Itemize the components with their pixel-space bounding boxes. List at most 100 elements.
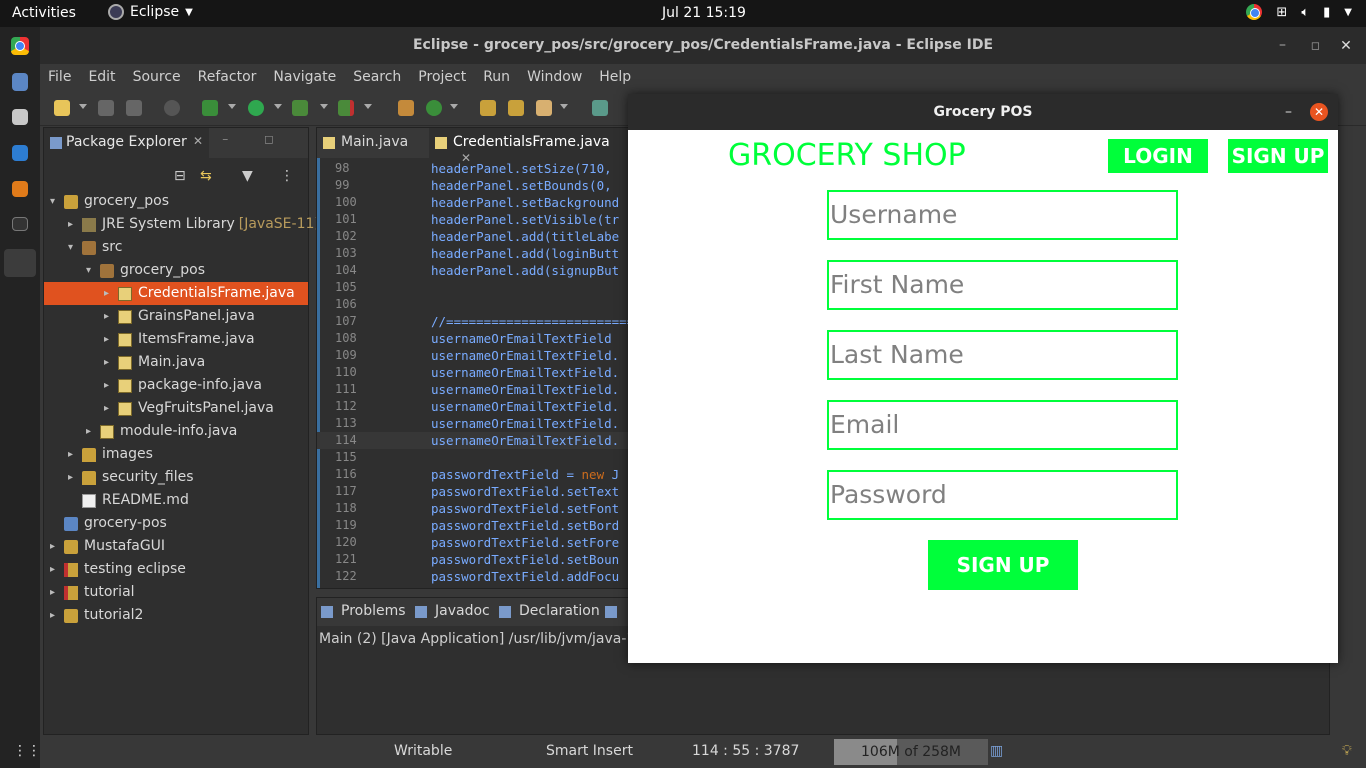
terminal-launcher-icon[interactable] [12, 217, 28, 231]
close-icon[interactable]: ✕ [193, 134, 203, 148]
collapsed-arrow-icon[interactable]: ▸ [104, 374, 109, 397]
new-package-icon[interactable] [398, 100, 414, 116]
debug-icon[interactable] [202, 100, 218, 116]
tree-item[interactable]: ▸ security_files [44, 466, 308, 489]
annotation-icon[interactable] [592, 100, 608, 116]
collapsed-arrow-icon[interactable]: ▸ [68, 443, 73, 466]
minimize-icon[interactable]: – [1279, 27, 1286, 64]
tree-item[interactable]: README.md [44, 489, 308, 512]
chevron-down-icon[interactable] [450, 104, 458, 109]
collapsed-arrow-icon[interactable]: ▸ [104, 305, 109, 328]
menu-help[interactable]: Help [599, 64, 640, 90]
vscode-launcher-icon[interactable] [12, 145, 28, 161]
search-icon[interactable] [536, 100, 552, 116]
menu-edit[interactable]: Edit [88, 64, 124, 90]
external-tools-icon[interactable] [338, 100, 354, 116]
collapsed-arrow-icon[interactable]: ▸ [104, 282, 109, 305]
chevron-down-icon[interactable]: ▼ [1344, 7, 1352, 18]
tab-javadoc[interactable]: Javadoc [413, 603, 490, 619]
menu-run[interactable]: Run [483, 64, 519, 90]
menu-file[interactable]: File [48, 64, 80, 90]
login-button[interactable]: LOGIN [1108, 139, 1208, 173]
menu-source[interactable]: Source [133, 64, 190, 90]
minimize-maximize-icons[interactable]: – ◻ [222, 132, 290, 146]
signup-submit-button[interactable]: SIGN UP [928, 540, 1078, 590]
tree-item[interactable]: ▸ ItemsFrame.java [44, 328, 308, 351]
tab-problems[interactable]: Problems [319, 603, 406, 619]
menu-navigate[interactable]: Navigate [273, 64, 345, 90]
collapse-all-icon[interactable]: ⊟ [174, 168, 186, 184]
tree-item[interactable]: ▸ MustafaGUI [44, 535, 308, 558]
tab-declaration[interactable]: Declaration [497, 603, 600, 619]
tree-item[interactable]: ▸ tutorial2 [44, 604, 308, 627]
minimize-icon[interactable]: – [1285, 94, 1292, 130]
close-icon[interactable]: ✕ [1310, 103, 1328, 121]
restore-icon[interactable]: ◻ [1311, 27, 1320, 64]
skip-breakpoints-icon[interactable] [164, 100, 180, 116]
tree-item[interactable]: ▸ CredentialsFrame.java [44, 282, 308, 305]
chevron-down-icon[interactable] [274, 104, 282, 109]
chrome-tray-icon[interactable] [1246, 4, 1263, 20]
menu-search[interactable]: Search [353, 64, 410, 90]
collapsed-arrow-icon[interactable]: ▸ [50, 535, 55, 558]
tab-package-explorer[interactable]: Package Explorer ✕ [44, 128, 209, 158]
code-area[interactable]: 98 headerPanel.setSize(710, 99 headerPanel.… [317, 158, 629, 588]
show-apps-icon[interactable]: ⋮⋮ [13, 743, 41, 759]
link-with-editor-icon[interactable]: ⇆ [200, 168, 212, 184]
tree-item[interactable]: ▸ testing eclipse [44, 558, 308, 581]
chevron-down-icon[interactable] [228, 104, 236, 109]
eclipse-launcher-icon[interactable] [4, 249, 36, 277]
text-editor-launcher-icon[interactable] [12, 73, 28, 91]
tree-item[interactable]: ▸ package-info.java [44, 374, 308, 397]
collapsed-arrow-icon[interactable]: ▸ [68, 213, 73, 236]
tree-item[interactable]: ▸ VegFruitsPanel.java [44, 397, 308, 420]
garbage-collect-icon[interactable]: ▥ [990, 743, 1003, 759]
view-menu-icon[interactable]: ⋮ [280, 168, 294, 184]
battery-icon[interactable]: ▮ [1323, 5, 1330, 20]
chevron-down-icon[interactable] [320, 104, 328, 109]
chevron-down-icon[interactable] [364, 104, 372, 109]
tree-item[interactable]: grocery-pos [44, 512, 308, 535]
open-type-icon[interactable] [480, 100, 496, 116]
run-icon[interactable] [248, 100, 264, 116]
collapsed-arrow-icon[interactable]: ▸ [104, 351, 109, 374]
tree-item[interactable]: ▸ Main.java [44, 351, 308, 374]
collapsed-arrow-icon[interactable]: ▸ [104, 328, 109, 351]
activities-button[interactable]: Activities [12, 5, 76, 21]
first-name-field[interactable]: First Name [827, 260, 1178, 310]
collapsed-arrow-icon[interactable]: ▸ [50, 604, 55, 627]
tab-credentials-frame-java[interactable]: CredentialsFrame.java ✕ [429, 128, 629, 165]
email-field[interactable]: Email [827, 400, 1178, 450]
collapsed-arrow-icon[interactable]: ▸ [86, 420, 91, 443]
new-icon[interactable] [54, 100, 70, 116]
tree-item[interactable]: ▾ grocery_pos [44, 259, 308, 282]
collapsed-arrow-icon[interactable]: ▸ [68, 466, 73, 489]
save-icon[interactable] [98, 100, 114, 116]
expanded-arrow-icon[interactable]: ▾ [68, 236, 73, 259]
tree-item[interactable]: ▸ JRE System Library [JavaSE-11] [44, 213, 320, 236]
tree-item[interactable]: ▸ images [44, 443, 308, 466]
chrome-launcher-icon[interactable] [11, 37, 29, 55]
chevron-down-icon[interactable] [79, 104, 87, 109]
tree-item[interactable]: ▸ GrainsPanel.java [44, 305, 308, 328]
app-menu[interactable]: Eclipse ▼ [108, 4, 193, 20]
volume-icon[interactable]: 🔈︎ [1301, 5, 1309, 20]
close-icon[interactable]: ✕ [1338, 38, 1354, 54]
tab-main-java[interactable]: Main.java [317, 128, 427, 158]
expanded-arrow-icon[interactable]: ▾ [86, 259, 91, 282]
coverage-icon[interactable] [292, 100, 308, 116]
password-field[interactable]: Password [827, 470, 1178, 520]
system-tray[interactable]: ⊞ 🔈︎ ▮ ▼ [1246, 4, 1352, 20]
tree-item[interactable]: ▸ module-info.java [44, 420, 308, 443]
menu-window[interactable]: Window [527, 64, 591, 90]
expanded-arrow-icon[interactable]: ▾ [50, 190, 55, 213]
network-icon[interactable]: ⊞ [1276, 5, 1287, 20]
open-resource-icon[interactable] [508, 100, 524, 116]
heap-status[interactable]: 106M of 258M [834, 739, 988, 765]
collapsed-arrow-icon[interactable]: ▸ [50, 558, 55, 581]
chevron-down-icon[interactable] [560, 104, 568, 109]
signup-header-button[interactable]: SIGN UP [1228, 139, 1328, 173]
tree-item[interactable]: ▾ grocery_pos [44, 190, 308, 213]
files-launcher-icon[interactable] [12, 109, 28, 125]
new-class-icon[interactable] [426, 100, 442, 116]
